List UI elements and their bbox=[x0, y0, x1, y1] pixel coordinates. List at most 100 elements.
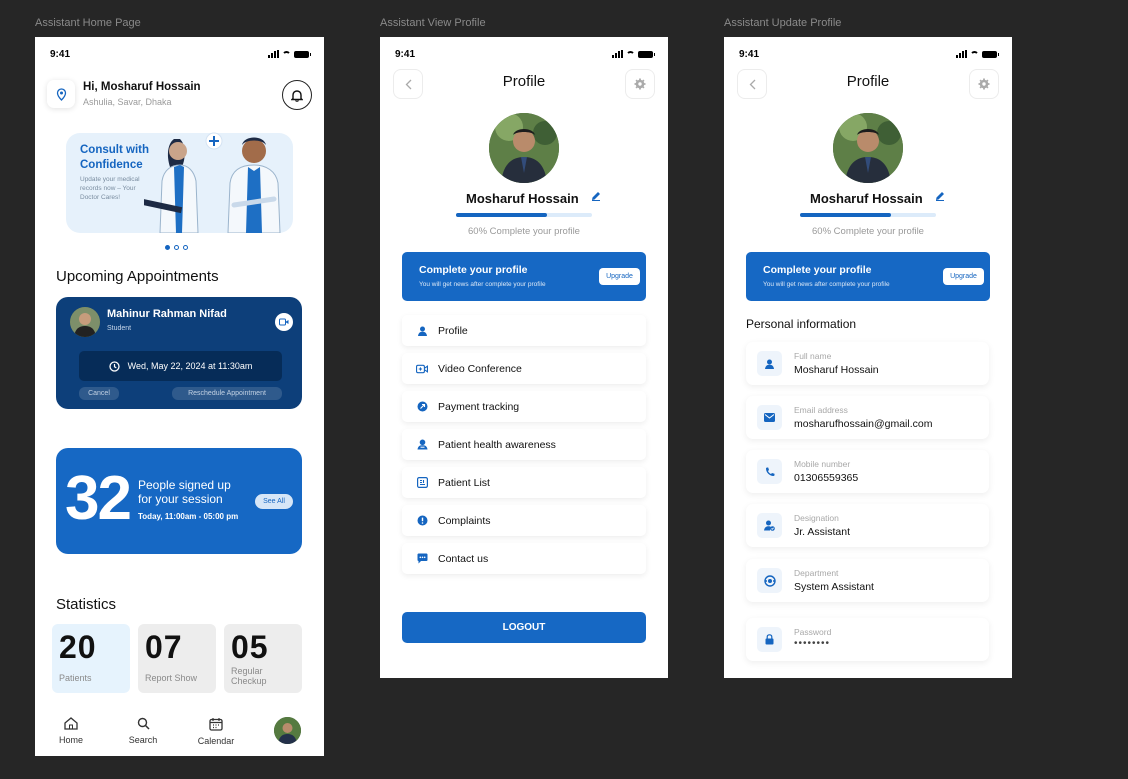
mobile-number-field[interactable]: Mobile number 01306559365 bbox=[746, 450, 989, 493]
profile-name: Mosharuf Hossain bbox=[810, 191, 923, 206]
stat-card-regular-checkup[interactable]: 05 Regular Checkup bbox=[224, 624, 302, 693]
address-text: Ashulia, Savar, Dhaka bbox=[83, 97, 172, 107]
menu-item-payment-tracking[interactable]: Payment tracking bbox=[402, 391, 646, 422]
carousel-dot[interactable] bbox=[165, 245, 170, 250]
menu-label: Patient List bbox=[438, 476, 490, 489]
signal-icon bbox=[268, 50, 279, 58]
menu-item-complaints[interactable]: Complaints bbox=[402, 505, 646, 536]
upcoming-appointments-title: Upcoming Appointments bbox=[56, 268, 219, 285]
location-icon[interactable] bbox=[47, 80, 75, 108]
logout-button[interactable]: LOGOUT bbox=[402, 612, 646, 643]
notification-bell-icon[interactable] bbox=[282, 80, 312, 110]
field-value: System Assistant bbox=[794, 581, 874, 593]
menu-label: Profile bbox=[438, 324, 468, 337]
stat-card-patients[interactable]: 20 Patients bbox=[52, 624, 130, 693]
gear-icon bbox=[634, 78, 646, 90]
phone-icon bbox=[757, 459, 782, 484]
profile-name: Mosharuf Hossain bbox=[466, 191, 579, 206]
frame-label-home: Assistant Home Page bbox=[35, 17, 141, 29]
reschedule-appointment-button[interactable]: Reschedule Appointment bbox=[172, 387, 282, 400]
battery-icon bbox=[982, 50, 999, 58]
field-label: Password bbox=[794, 627, 832, 637]
profile-avatar[interactable] bbox=[274, 717, 301, 744]
field-value: Jr. Assistant bbox=[794, 526, 851, 538]
status-bar: 9:41 bbox=[395, 49, 655, 61]
designation-icon bbox=[757, 513, 782, 538]
edit-pencil-icon[interactable] bbox=[591, 191, 601, 204]
complaint-icon bbox=[416, 515, 428, 527]
nav-home[interactable]: Home bbox=[46, 717, 96, 745]
page-title: Profile bbox=[502, 73, 546, 90]
lock-icon bbox=[757, 627, 782, 652]
profile-completion-text: 60% Complete your profile bbox=[468, 226, 580, 237]
carousel-dots[interactable] bbox=[165, 245, 188, 250]
settings-button[interactable] bbox=[970, 70, 998, 98]
home-icon bbox=[46, 717, 96, 733]
view-profile-screen: 9:41 Profile Mosharuf Hossain 60% Comple… bbox=[380, 37, 668, 678]
designation-field[interactable]: Designation Jr. Assistant bbox=[746, 504, 989, 547]
menu-item-profile[interactable]: Profile bbox=[402, 315, 646, 346]
nav-label: Home bbox=[58, 735, 83, 745]
clock-icon bbox=[108, 360, 120, 372]
menu-item-contact-us[interactable]: Contact us bbox=[402, 543, 646, 574]
profile-photo bbox=[833, 113, 903, 183]
status-bar: 9:41 bbox=[50, 49, 311, 61]
appointment-card[interactable]: Mahinur Rahman Nifad Student Wed, May 22… bbox=[56, 297, 302, 409]
see-all-button[interactable]: See All bbox=[255, 494, 293, 509]
nav-label: Calendar bbox=[197, 736, 235, 746]
menu-label: Contact us bbox=[438, 552, 489, 565]
carousel-dot[interactable] bbox=[174, 245, 179, 250]
stat-card-report-show[interactable]: 07 Report Show bbox=[138, 624, 216, 693]
menu-item-patient-list[interactable]: Patient List bbox=[402, 467, 646, 498]
video-call-icon[interactable] bbox=[275, 313, 293, 331]
user-icon bbox=[757, 351, 782, 376]
upgrade-button[interactable]: Upgrade bbox=[599, 268, 640, 285]
user-icon bbox=[416, 325, 428, 337]
profile-progress-fill bbox=[456, 213, 548, 217]
field-label: Mobile number bbox=[794, 459, 851, 469]
list-icon bbox=[416, 477, 428, 489]
upgrade-button[interactable]: Upgrade bbox=[943, 268, 984, 285]
password-field[interactable]: Password •••••••• bbox=[746, 618, 989, 661]
session-signup-card[interactable]: 32 People signed up for your session Tod… bbox=[56, 448, 302, 554]
wifi-icon bbox=[626, 50, 635, 58]
chat-icon bbox=[416, 553, 428, 565]
email-field[interactable]: Email address mosharufhossain@gmail.com bbox=[746, 396, 989, 439]
menu-label: Complaints bbox=[438, 514, 491, 527]
page-title: Profile bbox=[846, 73, 890, 90]
profile-completion-text: 60% Complete your profile bbox=[812, 226, 924, 237]
carousel-dot[interactable] bbox=[183, 245, 188, 250]
department-icon bbox=[757, 568, 782, 593]
department-field[interactable]: Department System Assistant bbox=[746, 559, 989, 602]
cancel-button[interactable]: Cancel bbox=[79, 387, 119, 400]
nav-calendar[interactable]: Calendar bbox=[191, 717, 241, 746]
profile-progress-bar bbox=[456, 213, 592, 217]
field-value: Mosharuf Hossain bbox=[794, 364, 879, 376]
promo-banner[interactable]: Consult with Confidence Update your medi… bbox=[66, 132, 293, 233]
menu-label: Video Conference bbox=[438, 362, 522, 375]
status-bar: 9:41 bbox=[739, 49, 999, 61]
search-icon bbox=[118, 717, 168, 733]
profile-progress-bar bbox=[800, 213, 936, 217]
edit-pencil-icon[interactable] bbox=[935, 191, 945, 204]
full-name-field[interactable]: Full name Mosharuf Hossain bbox=[746, 342, 989, 385]
stat-number: 05 bbox=[231, 629, 269, 665]
field-value: •••••••• bbox=[794, 638, 831, 649]
payment-icon bbox=[416, 401, 428, 413]
doctors-illustration bbox=[144, 132, 281, 233]
menu-item-video-conference[interactable]: Video Conference bbox=[402, 353, 646, 384]
health-icon bbox=[416, 439, 428, 451]
nav-search[interactable]: Search bbox=[118, 717, 168, 745]
wifi-icon bbox=[282, 50, 291, 58]
gear-icon bbox=[978, 78, 990, 90]
menu-item-patient-health-awareness[interactable]: Patient health awareness bbox=[402, 429, 646, 460]
menu-label: Patient health awareness bbox=[438, 438, 556, 451]
status-icons bbox=[612, 50, 655, 58]
wifi-icon bbox=[970, 50, 979, 58]
settings-button[interactable] bbox=[626, 70, 654, 98]
field-label: Full name bbox=[794, 351, 832, 361]
battery-icon bbox=[638, 50, 655, 58]
stat-label: Regular Checkup bbox=[231, 666, 267, 686]
stat-label: Patients bbox=[59, 673, 92, 683]
field-value: mosharufhossain@gmail.com bbox=[794, 418, 933, 430]
